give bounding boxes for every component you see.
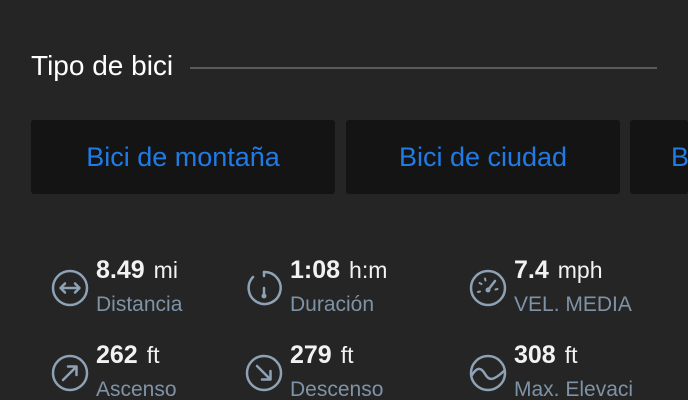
stat-ascent-label: Ascenso xyxy=(96,378,177,400)
stat-max-elevation-value: 308 xyxy=(514,341,556,369)
stat-descent: 279 ft Descenso xyxy=(244,340,383,400)
bike-type-city-button[interactable]: Bici de ciudad xyxy=(346,120,620,194)
ascent-icon xyxy=(51,354,89,392)
bike-type-screen: Tipo de bici Bici de montaña Bici de ciu… xyxy=(0,0,688,400)
stat-distance-label: Distancia xyxy=(96,293,183,316)
section-title: Tipo de bici xyxy=(31,50,174,81)
elevation-icon xyxy=(469,354,507,392)
stat-duration-unit: h:m xyxy=(349,257,388,283)
stat-descent-unit: ft xyxy=(340,342,354,368)
stat-descent-label: Descenso xyxy=(290,378,384,400)
descent-icon xyxy=(245,354,283,392)
stat-average-speed-value: 7.4 xyxy=(514,256,549,284)
stat-distance: 8.49 mi Distancia xyxy=(50,255,182,320)
bike-type-mountain-button[interactable]: Bici de montaña xyxy=(31,120,335,194)
distance-icon xyxy=(51,269,89,307)
bike-type-partial-button[interactable]: B xyxy=(630,120,688,194)
stopwatch-icon xyxy=(247,270,282,306)
stat-ascent: 262 ft Ascenso xyxy=(50,340,177,400)
section-divider xyxy=(190,67,657,69)
stat-distance-value: 8.49 xyxy=(96,256,145,284)
stat-ascent-unit: ft xyxy=(146,342,160,368)
speedometer-icon xyxy=(469,269,507,307)
stat-duration-value: 1:08 xyxy=(290,256,341,284)
stat-descent-value: 279 xyxy=(290,341,332,369)
stat-average-speed: 7.4 mph VEL. MEDIA xyxy=(468,255,632,320)
stat-max-elevation-label: Max. Elevaci xyxy=(514,378,634,400)
stat-average-speed-label: VEL. MEDIA xyxy=(514,293,632,316)
stat-ascent-value: 262 xyxy=(96,341,138,369)
stat-distance-unit: mi xyxy=(153,257,178,283)
stat-max-elevation: 308 ft Max. Elevaci xyxy=(468,340,633,400)
stat-average-speed-unit: mph xyxy=(557,257,603,283)
stat-max-elevation-unit: ft xyxy=(564,342,578,368)
section-header: Tipo de bici xyxy=(31,50,657,82)
stat-duration: 1:08 h:m Duración xyxy=(244,255,387,320)
stat-duration-label: Duración xyxy=(290,293,375,316)
